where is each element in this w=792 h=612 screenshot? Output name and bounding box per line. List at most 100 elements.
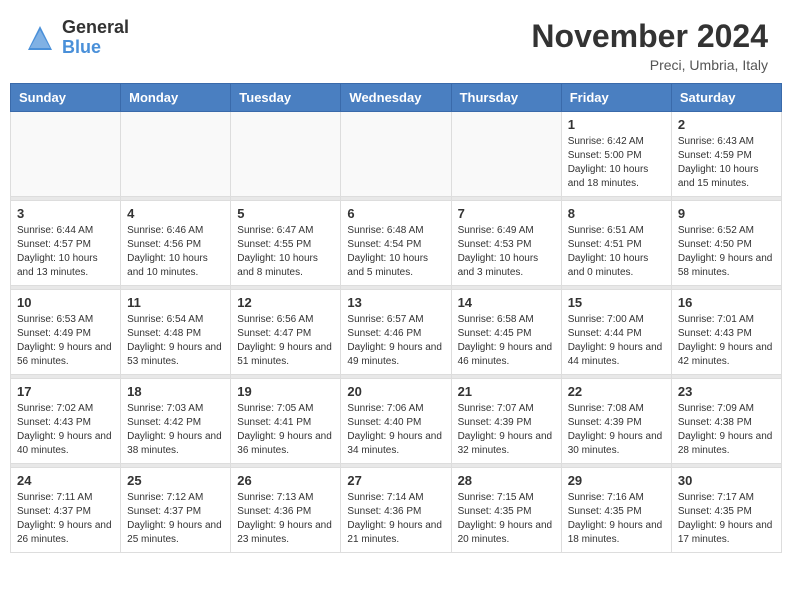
calendar-cell: 18 Sunrise: 7:03 AMSunset: 4:42 PMDayligh… [121,379,231,464]
day-number: 28 [458,473,555,488]
day-number: 14 [458,295,555,310]
page-header: General Blue November 2024 Preci, Umbria… [0,0,792,83]
calendar-week-1: 1 Sunrise: 6:42 AMSunset: 5:00 PMDaylight… [11,112,782,197]
day-info: Sunrise: 6:58 AMSunset: 4:45 PMDaylight:… [458,313,555,369]
day-info: Sunrise: 7:12 AMSunset: 4:37 PMDaylight:… [127,491,224,547]
day-info: Sunrise: 7:03 AMSunset: 4:42 PMDaylight:… [127,402,224,458]
day-number: 16 [678,295,775,310]
day-number: 23 [678,384,775,399]
day-info: Sunrise: 6:53 AMSunset: 4:49 PMDaylight:… [17,313,114,369]
day-info: Sunrise: 6:54 AMSunset: 4:48 PMDaylight:… [127,313,224,369]
day-number: 8 [568,206,665,221]
day-info: Sunrise: 6:52 AMSunset: 4:50 PMDaylight:… [678,224,775,280]
calendar-cell: 12 Sunrise: 6:56 AMSunset: 4:47 PMDayligh… [231,290,341,375]
day-info: Sunrise: 7:07 AMSunset: 4:39 PMDaylight:… [458,402,555,458]
header-monday: Monday [121,84,231,112]
calendar-cell [121,112,231,197]
day-info: Sunrise: 6:47 AMSunset: 4:55 PMDaylight:… [237,224,334,280]
day-info: Sunrise: 7:00 AMSunset: 4:44 PMDaylight:… [568,313,665,369]
day-number: 24 [17,473,114,488]
day-info: Sunrise: 6:42 AMSunset: 5:00 PMDaylight:… [568,135,665,191]
day-number: 5 [237,206,334,221]
day-number: 22 [568,384,665,399]
calendar-cell: 8 Sunrise: 6:51 AMSunset: 4:51 PMDaylight… [561,201,671,286]
logo-text: General Blue [62,18,129,58]
calendar-cell: 27 Sunrise: 7:14 AMSunset: 4:36 PMDayligh… [341,468,451,553]
day-info: Sunrise: 7:02 AMSunset: 4:43 PMDaylight:… [17,402,114,458]
calendar-cell: 1 Sunrise: 6:42 AMSunset: 5:00 PMDaylight… [561,112,671,197]
day-number: 27 [347,473,444,488]
calendar-cell [231,112,341,197]
calendar-cell: 2Sunrise: 6:43 AMSunset: 4:59 PMDaylight… [671,112,781,197]
day-number: 7 [458,206,555,221]
logo-general: General [62,18,129,38]
calendar-table: Sunday Monday Tuesday Wednesday Thursday… [10,83,782,553]
day-info: Sunrise: 6:46 AMSunset: 4:56 PMDaylight:… [127,224,224,280]
calendar-cell [341,112,451,197]
day-info: Sunrise: 7:06 AMSunset: 4:40 PMDaylight:… [347,402,444,458]
day-number: 15 [568,295,665,310]
calendar-cell: 5 Sunrise: 6:47 AMSunset: 4:55 PMDaylight… [231,201,341,286]
day-number: 3 [17,206,114,221]
day-info: Sunrise: 7:05 AMSunset: 4:41 PMDaylight:… [237,402,334,458]
day-number: 4 [127,206,224,221]
day-info: Sunrise: 6:44 AMSunset: 4:57 PMDaylight:… [17,224,114,280]
calendar-cell: 4 Sunrise: 6:46 AMSunset: 4:56 PMDaylight… [121,201,231,286]
calendar-cell: 7 Sunrise: 6:49 AMSunset: 4:53 PMDaylight… [451,201,561,286]
header-sunday: Sunday [11,84,121,112]
day-info: Sunrise: 6:48 AMSunset: 4:54 PMDaylight:… [347,224,444,280]
calendar-cell: 6Sunrise: 6:48 AMSunset: 4:54 PMDaylight… [341,201,451,286]
calendar-cell: 21 Sunrise: 7:07 AMSunset: 4:39 PMDayligh… [451,379,561,464]
header-wednesday: Wednesday [341,84,451,112]
day-number: 12 [237,295,334,310]
day-number: 29 [568,473,665,488]
day-number: 10 [17,295,114,310]
day-info: Sunrise: 7:16 AMSunset: 4:35 PMDaylight:… [568,491,665,547]
calendar-cell [11,112,121,197]
calendar-cell: 16Sunrise: 7:01 AMSunset: 4:43 PMDayligh… [671,290,781,375]
header-saturday: Saturday [671,84,781,112]
calendar-cell: 15 Sunrise: 7:00 AMSunset: 4:44 PMDayligh… [561,290,671,375]
calendar-cell [451,112,561,197]
day-number: 19 [237,384,334,399]
day-info: Sunrise: 6:51 AMSunset: 4:51 PMDaylight:… [568,224,665,280]
day-number: 25 [127,473,224,488]
day-info: Sunrise: 7:08 AMSunset: 4:39 PMDaylight:… [568,402,665,458]
title-block: November 2024 Preci, Umbria, Italy [531,18,768,73]
calendar-cell: 11Sunrise: 6:54 AMSunset: 4:48 PMDayligh… [121,290,231,375]
month-title: November 2024 [531,18,768,55]
calendar-cell: 23 Sunrise: 7:09 AMSunset: 4:38 PMDayligh… [671,379,781,464]
day-number: 18 [127,384,224,399]
calendar-cell: 19 Sunrise: 7:05 AMSunset: 4:41 PMDayligh… [231,379,341,464]
day-number: 17 [17,384,114,399]
day-info: Sunrise: 6:43 AMSunset: 4:59 PMDaylight:… [678,135,775,191]
calendar-cell: 22 Sunrise: 7:08 AMSunset: 4:39 PMDayligh… [561,379,671,464]
day-info: Sunrise: 7:09 AMSunset: 4:38 PMDaylight:… [678,402,775,458]
calendar-cell: 13 Sunrise: 6:57 AMSunset: 4:46 PMDayligh… [341,290,451,375]
day-info: Sunrise: 7:13 AMSunset: 4:36 PMDaylight:… [237,491,334,547]
day-info: Sunrise: 7:14 AMSunset: 4:36 PMDaylight:… [347,491,444,547]
day-info: Sunrise: 6:57 AMSunset: 4:46 PMDaylight:… [347,313,444,369]
calendar-cell: 28 Sunrise: 7:15 AMSunset: 4:35 PMDayligh… [451,468,561,553]
day-info: Sunrise: 6:49 AMSunset: 4:53 PMDaylight:… [458,224,555,280]
calendar-week-5: 24Sunrise: 7:11 AMSunset: 4:37 PMDayligh… [11,468,782,553]
header-friday: Friday [561,84,671,112]
header-tuesday: Tuesday [231,84,341,112]
day-info: Sunrise: 6:56 AMSunset: 4:47 PMDaylight:… [237,313,334,369]
day-number: 1 [568,117,665,132]
logo-icon [24,22,56,54]
calendar-cell: 14 Sunrise: 6:58 AMSunset: 4:45 PMDayligh… [451,290,561,375]
calendar-cell: 17 Sunrise: 7:02 AMSunset: 4:43 PMDayligh… [11,379,121,464]
day-number: 13 [347,295,444,310]
calendar-cell: 26Sunrise: 7:13 AMSunset: 4:36 PMDayligh… [231,468,341,553]
day-info: Sunrise: 7:15 AMSunset: 4:35 PMDaylight:… [458,491,555,547]
calendar-week-4: 17 Sunrise: 7:02 AMSunset: 4:43 PMDayligh… [11,379,782,464]
calendar-week-2: 3 Sunrise: 6:44 AMSunset: 4:57 PMDaylight… [11,201,782,286]
calendar-week-3: 10 Sunrise: 6:53 AMSunset: 4:49 PMDayligh… [11,290,782,375]
calendar-cell: 10 Sunrise: 6:53 AMSunset: 4:49 PMDayligh… [11,290,121,375]
calendar-cell: 25 Sunrise: 7:12 AMSunset: 4:37 PMDayligh… [121,468,231,553]
day-number: 21 [458,384,555,399]
day-number: 20 [347,384,444,399]
logo: General Blue [24,18,129,58]
calendar-cell: 9Sunrise: 6:52 AMSunset: 4:50 PMDaylight… [671,201,781,286]
